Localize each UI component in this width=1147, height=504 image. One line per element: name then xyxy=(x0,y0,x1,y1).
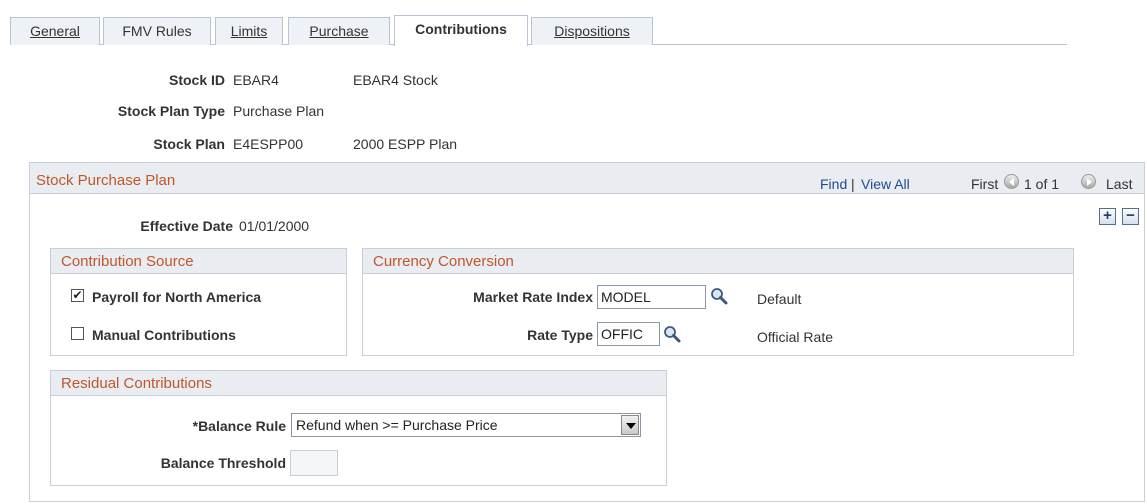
market-rate-lookup-icon[interactable] xyxy=(710,287,728,305)
tab-fmv-rules[interactable]: FMV Rules xyxy=(103,17,211,45)
stock-plan-type-value: Purchase Plan xyxy=(233,103,325,119)
balance-rule-selected-value: Refund when >= Purchase Price xyxy=(296,417,498,433)
tab-label: Dispositions xyxy=(554,23,630,39)
rate-type-input[interactable] xyxy=(597,322,660,346)
next-arrow-icon[interactable] xyxy=(1081,174,1096,189)
view-all-link[interactable]: View All xyxy=(861,176,910,192)
view-all-link-label: View All xyxy=(861,176,910,192)
payroll-checkbox[interactable]: ✔ xyxy=(71,289,84,302)
tab-dispositions[interactable]: Dispositions xyxy=(531,17,653,45)
balance-rule-label: *Balance Rule xyxy=(192,418,286,434)
stock-plan-description: 2000 ESPP Plan xyxy=(353,136,458,152)
tab-contributions[interactable]: Contributions xyxy=(394,15,528,46)
tab-label: Limits xyxy=(230,23,268,39)
tab-label: General xyxy=(30,23,80,39)
balance-threshold-input[interactable] xyxy=(290,450,338,476)
find-link-label: Find xyxy=(820,176,848,192)
find-link[interactable]: Find xyxy=(820,176,847,192)
balance-threshold-label: Balance Threshold xyxy=(160,455,286,471)
tab-label: FMV Rules xyxy=(122,23,192,39)
tab-label: Contributions xyxy=(415,21,507,37)
tab-label: Purchase xyxy=(309,23,369,39)
panel-title: Stock Purchase Plan xyxy=(36,172,176,189)
effective-date-value: 01/01/2000 xyxy=(239,218,310,234)
rate-type-label: Rate Type xyxy=(527,327,593,343)
rate-type-lookup-icon[interactable] xyxy=(663,325,681,343)
manual-contributions-checkbox[interactable] xyxy=(71,327,84,340)
nav-separator: | xyxy=(851,176,855,192)
delete-row-button[interactable]: − xyxy=(1122,208,1139,225)
contribution-source-header: Contribution Source xyxy=(51,249,346,274)
effective-date-label: Effective Date xyxy=(140,218,233,234)
tab-general[interactable]: General xyxy=(10,17,100,45)
balance-rule-select[interactable]: Refund when >= Purchase Price xyxy=(291,413,641,437)
stock-id-value: EBAR4 xyxy=(233,72,279,88)
payroll-label: Payroll for North America xyxy=(92,289,262,305)
first-label: First xyxy=(971,176,999,192)
stock-id-label: Stock ID xyxy=(168,72,225,88)
tab-limits[interactable]: Limits xyxy=(215,17,283,45)
tab-purchase[interactable]: Purchase xyxy=(288,17,390,45)
last-label: Last xyxy=(1106,176,1133,192)
add-row-button[interactable]: + xyxy=(1099,208,1116,225)
previous-arrow-icon[interactable] xyxy=(1004,174,1019,189)
manual-contributions-label: Manual Contributions xyxy=(92,327,236,343)
residual-contributions-title: Residual Contributions xyxy=(61,375,212,392)
contribution-source-title: Contribution Source xyxy=(61,253,194,270)
rate-type-description: Official Rate xyxy=(757,329,833,345)
stock-id-description: EBAR4 Stock xyxy=(353,72,438,88)
stock-plan-value: E4ESPP00 xyxy=(233,136,304,152)
stock-plan-type-label: Stock Plan Type xyxy=(117,103,225,119)
market-rate-index-input[interactable] xyxy=(597,285,706,309)
market-rate-index-label: Market Rate Index xyxy=(473,289,593,305)
market-rate-description: Default xyxy=(757,291,802,307)
chevron-down-icon[interactable] xyxy=(621,415,639,435)
currency-conversion-header: Currency Conversion xyxy=(363,249,1073,274)
residual-contributions-header: Residual Contributions xyxy=(51,371,666,396)
currency-conversion-title: Currency Conversion xyxy=(373,253,514,270)
page-info: 1 of 1 xyxy=(1024,176,1060,192)
stock-plan-label: Stock Plan xyxy=(153,136,225,152)
